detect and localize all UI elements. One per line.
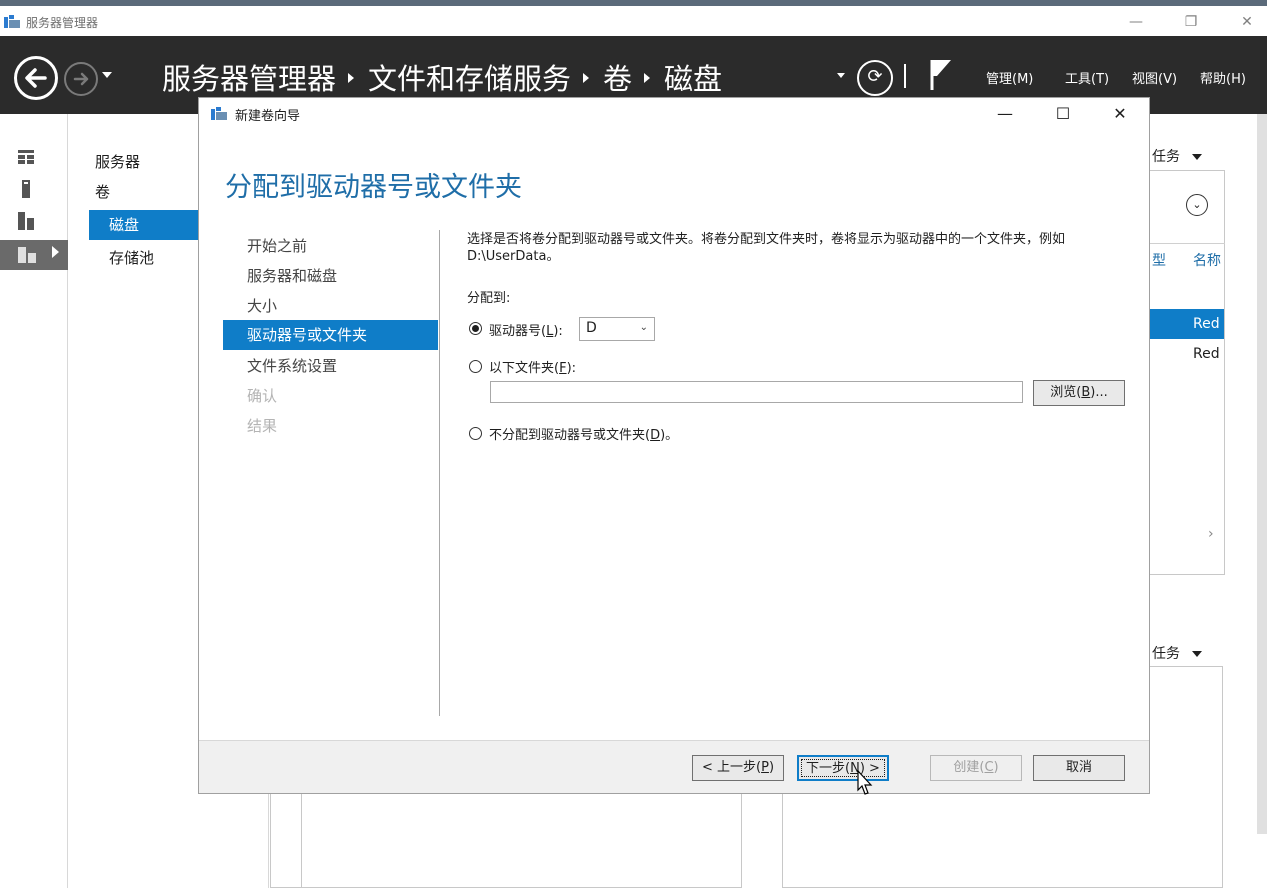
sidebar-item-volumes[interactable]: 卷 <box>95 181 110 202</box>
folder-path-input[interactable] <box>490 381 1023 403</box>
assign-to-label: 分配到: <box>467 291 511 306</box>
tasks-dropdown-bottom[interactable]: 任务 <box>1152 643 1202 663</box>
menu-view[interactable]: 视图(V) <box>1132 68 1177 87</box>
forward-arrow-icon <box>73 72 89 86</box>
sidebar-item-disks[interactable]: 磁盘 <box>89 210 199 240</box>
window-minimize-button[interactable]: — <box>1124 11 1148 33</box>
breadcrumb-disks: 磁盘 <box>664 62 723 96</box>
window-titlebar: 服务器管理器 — ❐ ✕ <box>0 6 1267 36</box>
navbar-divider <box>904 64 906 88</box>
wizard-step-results: 结果 <box>247 417 278 435</box>
wizard-step-before-you-begin[interactable]: 开始之前 <box>247 235 307 256</box>
sidebar-item-storage-pools[interactable]: 存储池 <box>109 247 154 268</box>
breadcrumb-separator-icon <box>583 73 590 83</box>
caret-down-icon <box>1192 651 1202 657</box>
wizard-step-size[interactable]: 大小 <box>247 295 277 316</box>
column-header-divider <box>1145 243 1225 244</box>
refresh-dropdown-icon[interactable] <box>837 73 845 78</box>
disks-tile <box>1145 170 1225 575</box>
main-scrollbar[interactable] <box>1257 114 1267 834</box>
drive-letter-select[interactable]: D ⌄ <box>579 317 655 341</box>
breadcrumb-separator-icon <box>348 73 355 83</box>
dialog-close-button[interactable]: ✕ <box>1105 102 1135 126</box>
dashboard-icon[interactable] <box>18 150 34 164</box>
mouse-cursor-icon <box>857 770 873 795</box>
caret-down-icon <box>1192 154 1202 160</box>
collapse-chevron-icon[interactable]: ⌄ <box>1186 194 1208 216</box>
menu-manage[interactable]: 管理(M) <box>986 68 1033 87</box>
wizard-step-file-system-settings[interactable]: 文件系统设置 <box>247 355 337 376</box>
bottom-tile-edge <box>270 792 302 888</box>
folder-radio[interactable] <box>469 360 482 373</box>
history-dropdown-icon[interactable] <box>102 72 112 78</box>
dialog-title: 新建卷向导 <box>235 109 301 124</box>
window-close-button[interactable]: ✕ <box>1235 11 1259 33</box>
file-storage-icon <box>18 247 36 263</box>
volumes-tile <box>1145 666 1223 888</box>
scroll-right-chevron-icon[interactable]: › <box>1208 526 1214 542</box>
menu-tools[interactable]: 工具(T) <box>1065 68 1109 87</box>
bottom-tile-right <box>782 792 1147 888</box>
icon-rail <box>0 114 68 888</box>
no-assign-radio[interactable] <box>469 427 482 440</box>
page-description: 选择是否将卷分配到驱动器号或文件夹。将卷分配到文件夹时，卷将显示为驱动器中的一个… <box>467 232 1066 264</box>
breadcrumb-file-storage[interactable]: 文件和存储服务 <box>368 62 571 96</box>
browse-button[interactable]: 浏览(B)... <box>1033 380 1125 406</box>
back-step-button[interactable]: < 上一步(P) <box>692 755 784 781</box>
table-row-name: Red <box>1193 316 1220 332</box>
column-header-type[interactable]: 型 <box>1152 250 1166 270</box>
file-storage-rail-item[interactable] <box>0 240 68 270</box>
no-assign-label[interactable]: 不分配到驱动器号或文件夹(D)。 <box>489 424 678 443</box>
drive-letter-label[interactable]: 驱动器号(L): <box>489 320 563 339</box>
drive-letter-radio[interactable] <box>469 322 482 335</box>
window-title: 服务器管理器 <box>26 16 99 30</box>
bottom-tile-left <box>301 792 742 888</box>
menu-help[interactable]: 帮助(H) <box>1200 68 1246 87</box>
drive-letter-value: D <box>586 320 597 336</box>
breadcrumb-volumes[interactable]: 卷 <box>603 62 632 96</box>
server-manager-app-icon <box>4 15 20 28</box>
wizard-step-confirmation: 确认 <box>247 387 278 405</box>
next-step-button[interactable]: 下一步(N) > <box>797 755 889 781</box>
window-restore-button[interactable]: ❐ <box>1179 11 1203 33</box>
tasks-dropdown-top[interactable]: 任务 <box>1152 146 1202 166</box>
breadcrumb-server-manager[interactable]: 服务器管理器 <box>162 62 336 96</box>
notification-flag-icon[interactable] <box>929 58 953 92</box>
dialog-body: 分配到驱动器号或文件夹 开始之前 服务器和磁盘 大小 驱动器号或文件夹 文件系统… <box>199 130 1149 740</box>
wizard-step-server-and-disk[interactable]: 服务器和磁盘 <box>247 265 337 286</box>
dialog-maximize-button[interactable]: ☐ <box>1048 102 1078 126</box>
local-server-icon[interactable] <box>22 180 30 198</box>
wizard-step-drive-letter-or-folder[interactable]: 驱动器号或文件夹 <box>223 320 438 350</box>
create-button: 创建(C) <box>930 755 1022 781</box>
dialog-titlebar: 新建卷向导 — ☐ ✕ <box>199 98 1149 130</box>
table-row-name: Red <box>1193 346 1220 362</box>
breadcrumb: 服务器管理器 文件和存储服务卷磁盘 <box>162 56 722 98</box>
wizard-app-icon <box>211 107 227 120</box>
forward-button[interactable] <box>64 62 98 96</box>
all-servers-icon[interactable] <box>18 212 34 230</box>
expand-arrow-icon <box>52 246 59 258</box>
refresh-icon[interactable]: ⟳ <box>857 60 893 96</box>
page-title: 分配到驱动器号或文件夹 <box>225 172 522 203</box>
folder-label[interactable]: 以下文件夹(F): <box>489 357 576 376</box>
dialog-minimize-button[interactable]: — <box>990 102 1020 126</box>
back-button[interactable] <box>14 56 58 100</box>
steps-divider <box>439 230 440 716</box>
sidebar-item-servers[interactable]: 服务器 <box>95 151 140 172</box>
dialog-footer: < 上一步(P) 下一步(N) > 创建(C) 取消 <box>199 740 1149 793</box>
back-arrow-icon <box>25 68 47 88</box>
new-volume-wizard-dialog: 新建卷向导 — ☐ ✕ 分配到驱动器号或文件夹 开始之前 服务器和磁盘 大小 驱… <box>198 97 1150 794</box>
column-header-name[interactable]: 名称 <box>1193 250 1221 270</box>
chevron-down-icon: ⌄ <box>639 322 648 333</box>
cancel-button[interactable]: 取消 <box>1033 755 1125 781</box>
breadcrumb-separator-icon <box>644 73 651 83</box>
